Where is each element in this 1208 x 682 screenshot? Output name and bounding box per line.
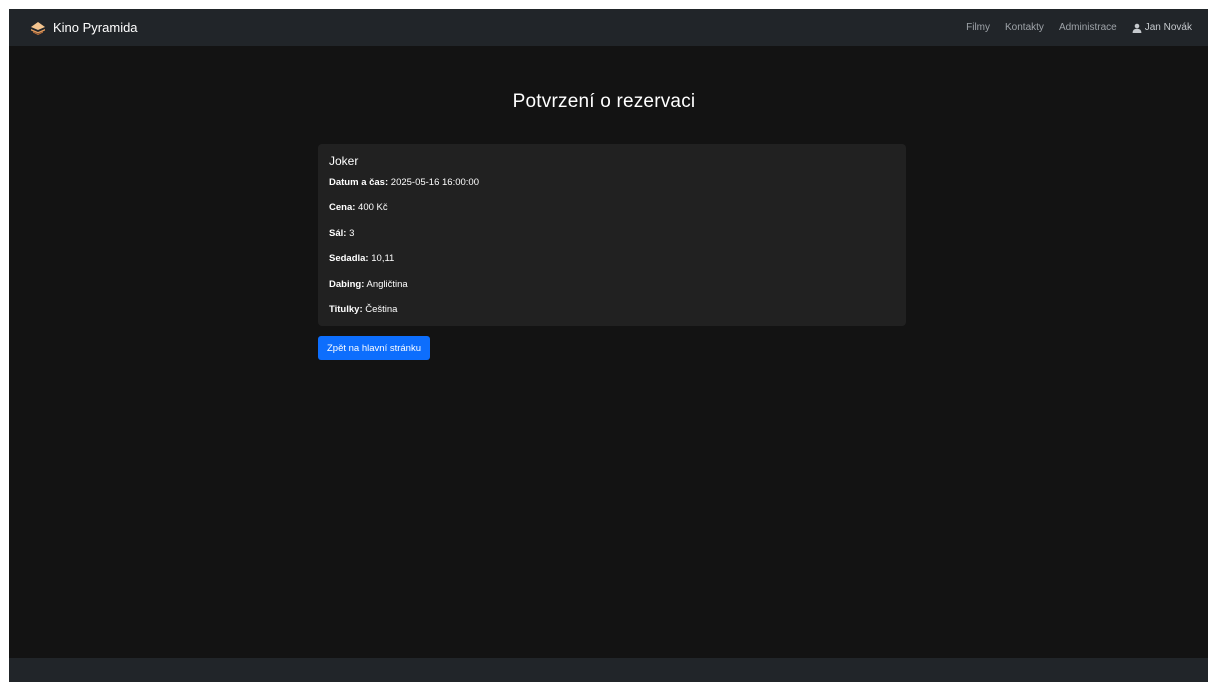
- detail-datetime: Datum a čas: 2025-05-16 16:00:00: [329, 177, 895, 202]
- detail-value: 3: [349, 227, 355, 239]
- nav-link-administrace[interactable]: Administrace: [1059, 22, 1117, 33]
- detail-value: Angličtina: [366, 278, 408, 290]
- detail-value: 400 Kč: [358, 202, 388, 214]
- detail-dubbing: Dabing: Angličtina: [329, 279, 895, 304]
- detail-value: 2025-05-16 16:00:00: [390, 177, 479, 188]
- nav-link-kontakty[interactable]: Kontakty: [1005, 22, 1044, 33]
- detail-price: Cena: 400 Kč: [329, 202, 895, 227]
- user-icon: [1132, 23, 1142, 33]
- nav-links: Filmy Kontakty Administrace Jan Novák: [951, 22, 1192, 33]
- brand-link[interactable]: Kino Pyramida: [30, 20, 138, 35]
- detail-label: Sál:: [329, 227, 347, 239]
- nav-user-menu[interactable]: Jan Novák: [1132, 22, 1192, 33]
- brand-name: Kino Pyramida: [53, 20, 138, 35]
- detail-label: Dabing:: [329, 278, 365, 290]
- detail-label: Titulky:: [329, 303, 363, 315]
- detail-value: 10,11: [371, 253, 395, 265]
- browser-viewport: Kino Pyramida Filmy Kontakty Administrac…: [9, 9, 1208, 682]
- user-name: Jan Novák: [1144, 22, 1192, 33]
- footer: [9, 658, 1208, 682]
- movie-title: Joker: [329, 154, 359, 168]
- pyramid-logo-icon: [31, 21, 45, 35]
- page-title: Potvrzení o rezervaci: [512, 91, 696, 112]
- reservation-card: Joker Datum a čas: 2025-05-16 16:00:00 C…: [318, 144, 906, 326]
- navbar: Kino Pyramida Filmy Kontakty Administrac…: [9, 9, 1208, 46]
- back-to-home-button[interactable]: Zpět na hlavní stránku: [318, 336, 430, 360]
- detail-value: Čeština: [365, 303, 398, 315]
- detail-hall: Sál: 3: [329, 228, 895, 253]
- detail-subtitles: Titulky: Čeština: [329, 304, 895, 329]
- detail-label: Cena:: [329, 202, 356, 214]
- nav-link-filmy[interactable]: Filmy: [966, 22, 990, 33]
- detail-label: Datum a čas:: [329, 177, 389, 188]
- detail-label: Sedadla:: [329, 253, 369, 265]
- detail-seats: Sedadla: 10,11: [329, 253, 895, 278]
